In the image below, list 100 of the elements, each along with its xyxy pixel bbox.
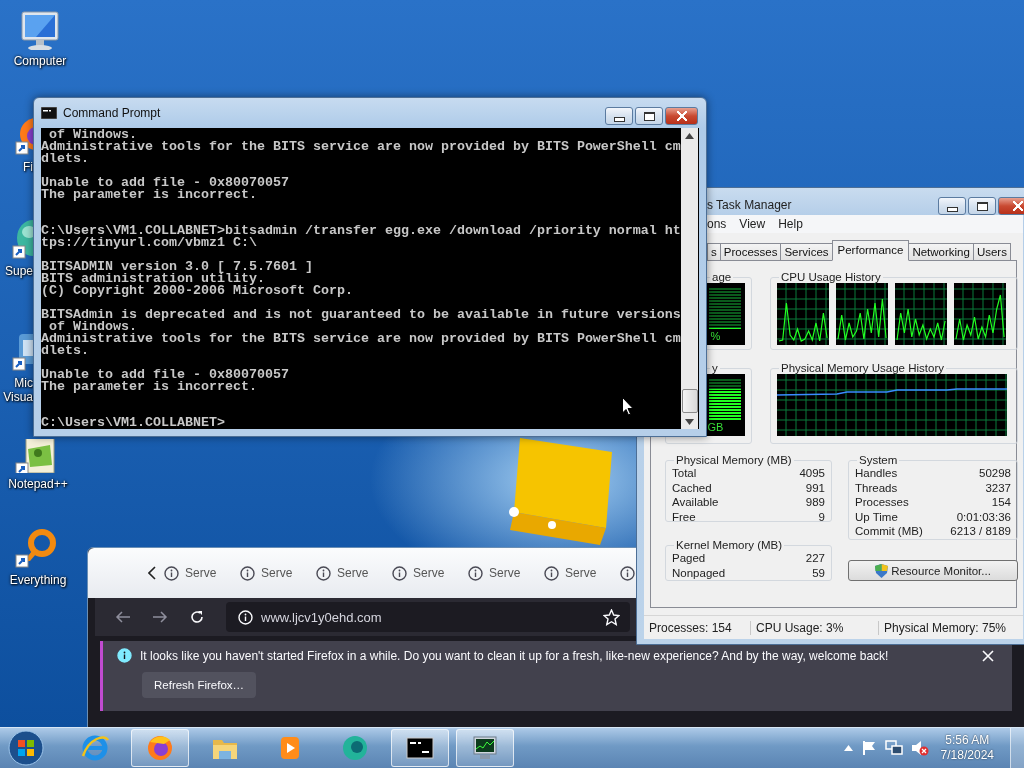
info-icon (164, 565, 179, 581)
browser-tab[interactable]: Serve (164, 565, 234, 581)
network-icon[interactable] (884, 740, 903, 756)
clock-date: 7/18/2024 (940, 748, 994, 763)
minimize-button[interactable] (938, 197, 966, 215)
tab[interactable]: s (707, 243, 721, 260)
scroll-left-icon[interactable] (148, 566, 156, 580)
window-title: s Task Manager (707, 198, 793, 212)
browser-tab[interactable]: Serve (544, 565, 614, 581)
start-button[interactable] (6, 728, 46, 768)
menu-item[interactable]: Help (778, 217, 803, 231)
console-line: Unable to add file - 0x80070057 (41, 369, 289, 381)
browser-tab[interactable]: Serve (316, 565, 386, 581)
maximize-button[interactable] (635, 107, 663, 125)
shield-icon (875, 563, 889, 578)
taskbar-button[interactable] (456, 729, 514, 767)
scrollbar-thumb[interactable] (681, 389, 698, 413)
scroll-up-icon[interactable] (685, 133, 694, 139)
stat-value: 227 (805, 551, 825, 566)
console-line: BITSADMIN version 3.0 [ 7.5.7601 ] (41, 261, 313, 273)
console-line: tps://tinyurl.com/vbmz1 C:\ (41, 237, 257, 249)
group-title: Physical Memory (MB) (675, 454, 793, 466)
stat-value: 154 (991, 495, 1011, 510)
address-field[interactable]: www.ljcv1y0ehd.com (226, 602, 630, 632)
stat-value: 4095 (799, 466, 825, 481)
console-line: The parameter is incorrect. (41, 381, 257, 393)
icon-label: Visua (3, 390, 33, 404)
console-line: C:\Users\VM1.COLLABNET> (41, 417, 225, 429)
icon-label: Fi (23, 160, 33, 174)
console-line: Unable to add file - 0x80070057 (41, 177, 289, 189)
browser-tab[interactable]: Serve (240, 565, 310, 581)
scrollbar[interactable] (681, 128, 698, 429)
cpu-history-graph (836, 283, 888, 345)
tab[interactable]: Performance (831, 240, 910, 261)
stat-label: Available (672, 495, 719, 510)
taskbar-button[interactable] (391, 729, 449, 767)
caret-up-icon[interactable] (843, 745, 853, 751)
console-line: of Windows. (49, 321, 137, 333)
tab[interactable]: Users (972, 243, 1011, 260)
browser-tab[interactable] (620, 565, 635, 581)
window-title: Command Prompt (63, 106, 162, 120)
stat-label: Paged (672, 551, 706, 566)
stat-value: 9 (818, 509, 825, 524)
resource-monitor-button[interactable]: Resource Monitor... (848, 560, 1018, 581)
clock-time: 5:56 AM (945, 733, 990, 748)
console-line: The parameter is incorrect. (41, 189, 257, 201)
tab[interactable]: Networking (908, 243, 974, 260)
stat-value: 0:01:03:36 (956, 509, 1011, 524)
stat-value: 3237 (985, 480, 1011, 495)
icon-label: Computer (13, 54, 67, 68)
info-icon (620, 565, 635, 581)
info-icon (316, 565, 331, 581)
console-line: BITSAdmin is deprecated and is not guaranteed to be available in future versions (41, 309, 681, 321)
group-title: Kernel Memory (MB) (675, 539, 784, 551)
maximize-button[interactable] (968, 197, 996, 215)
menu-item[interactable]: View (739, 217, 766, 231)
meter-reading: % (709, 330, 721, 342)
swirl-app-icon (341, 734, 369, 762)
status-text: Processes: 154 (644, 620, 751, 635)
info-icon (238, 609, 253, 625)
meter-reading: GB (706, 421, 724, 433)
group-title: age (711, 271, 733, 283)
console-line: dlets. (41, 153, 89, 165)
tab[interactable]: Services (780, 243, 833, 260)
info-icon (468, 565, 483, 581)
cpu-history-graph (777, 283, 829, 345)
muted-speaker-icon[interactable] (910, 740, 929, 756)
console-line: C:\Users\VM1.COLLABNET>bitsadmin /transfer egg.exe /download /priority normal ht (41, 225, 681, 237)
ie-app-icon (81, 734, 109, 762)
cursor-icon (622, 397, 634, 416)
minimize-button[interactable] (605, 107, 633, 125)
browser-tab[interactable]: Serve (468, 565, 538, 581)
info-icon (240, 565, 255, 581)
refresh-button[interactable]: Refresh Firefox… (142, 672, 257, 698)
menu-item[interactable]: ons (707, 217, 727, 231)
console-line: of Windows. (49, 129, 137, 141)
close-button[interactable] (665, 107, 698, 125)
info-icon (117, 648, 132, 663)
console-line: Administrative tools for the BITS service are now provided by BITS PowerShell cm (41, 333, 681, 345)
console-line: (C) Copyright 2000-2006 Microsoft Corp. (41, 285, 353, 297)
back-arrow-icon (115, 610, 131, 624)
stat-value: 59 (812, 565, 825, 580)
flag-icon[interactable] (860, 740, 877, 756)
bookmark-star-icon[interactable] (603, 608, 620, 626)
reload-icon (189, 609, 205, 625)
console-line: BITS administration utility. (41, 273, 265, 285)
group-title: Physical Memory Usage History (780, 362, 945, 374)
stat-label: Nonpaged (672, 565, 726, 580)
stat-label: Processes (855, 495, 909, 510)
stat-label: Free (672, 509, 696, 524)
stat-value: 991 (805, 480, 825, 495)
tab[interactable]: Processes (719, 243, 782, 260)
firefox-app-icon (146, 734, 174, 762)
stat-label: Commit (MB) (855, 524, 923, 539)
scroll-down-icon[interactable] (685, 419, 694, 425)
browser-tab[interactable]: Serve (392, 565, 462, 581)
console-app-icon (406, 734, 434, 762)
icon-label: Everything (9, 573, 67, 587)
icon-label: Notepad++ (8, 477, 68, 491)
group-title: System (858, 454, 899, 466)
